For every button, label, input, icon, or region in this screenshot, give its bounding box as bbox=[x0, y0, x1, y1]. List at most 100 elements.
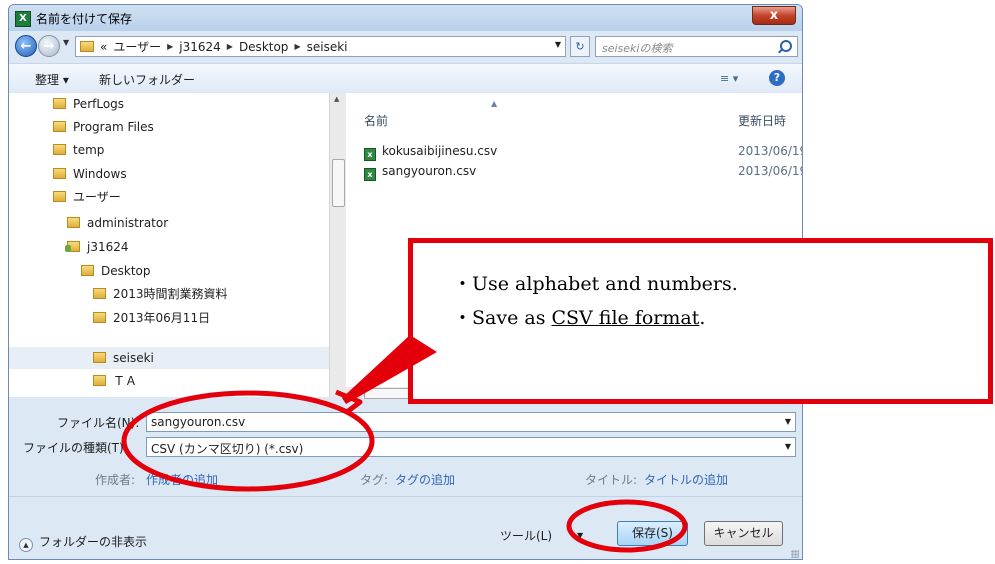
help-icon[interactable]: ? bbox=[769, 70, 785, 86]
folder-icon bbox=[53, 121, 66, 132]
folder-icon bbox=[67, 217, 80, 228]
tree-item-label: Program Files bbox=[73, 120, 154, 134]
address-bar[interactable]: « ユーザー ▶ j31624 ▶ Desktop ▶ seiseki ▼ bbox=[75, 36, 566, 57]
address-dropdown-icon[interactable]: ▼ bbox=[555, 40, 561, 49]
column-header-modified[interactable]: 更新日時 bbox=[738, 112, 786, 129]
tree-item-label: seiseki bbox=[113, 351, 154, 365]
annotation-callout-box: ・Use alphabet and numbers. ・Save as CSV … bbox=[408, 238, 993, 404]
filetype-value: CSV (カンマ区切り) (*.csv) bbox=[151, 442, 304, 456]
file-date: 2013/06/19 bbox=[738, 164, 803, 178]
folder-icon bbox=[53, 98, 66, 109]
tools-button[interactable]: ツール(L) bbox=[500, 527, 552, 544]
csv-file-icon: x bbox=[364, 168, 376, 181]
breadcrumb-item-seiseki[interactable]: seiseki bbox=[307, 40, 348, 54]
tree-item-j31624[interactable]: j31624 bbox=[65, 236, 329, 258]
tree-item-date-folder[interactable]: 2013年06月11日 bbox=[93, 307, 329, 329]
folder-icon bbox=[53, 168, 66, 179]
file-row[interactable]: x kokusaibijinesu.csv 2013/06/19 bbox=[364, 141, 802, 161]
tree-item-desktop[interactable]: Desktop bbox=[81, 260, 329, 282]
hide-folders-button[interactable]: ▲ フォルダーの非表示 bbox=[19, 533, 147, 552]
column-header-name[interactable]: 名前 bbox=[364, 112, 388, 129]
new-folder-button[interactable]: 新しいフォルダー bbox=[99, 71, 195, 88]
tree-item-label: Desktop bbox=[101, 264, 151, 278]
title-label: タイトル: bbox=[585, 473, 638, 487]
add-title-link[interactable]: タイトルの追加 bbox=[644, 471, 728, 488]
search-icon[interactable] bbox=[780, 40, 792, 52]
tree-item-label: temp bbox=[73, 143, 105, 157]
tree-item-temp[interactable]: temp bbox=[53, 139, 329, 161]
breadcrumb-item-desktop[interactable]: Desktop bbox=[239, 40, 289, 54]
folder-icon bbox=[80, 41, 94, 52]
chevron-right-icon[interactable]: ▶ bbox=[227, 42, 233, 51]
tree-item-label: 2013年06月11日 bbox=[113, 311, 211, 325]
scroll-up-icon[interactable]: ▲ bbox=[334, 95, 339, 103]
breadcrumb-overflow[interactable]: « bbox=[100, 40, 107, 54]
folder-icon bbox=[53, 144, 66, 155]
tree-scrollbar[interactable]: ▲ bbox=[329, 93, 346, 397]
tree-item-label: ユーザー bbox=[73, 190, 121, 204]
add-tags-link[interactable]: タグの追加 bbox=[395, 471, 455, 488]
file-name: sangyouron.csv bbox=[382, 164, 477, 178]
folder-icon bbox=[81, 265, 94, 276]
folder-icon bbox=[93, 312, 106, 323]
user-folder-icon bbox=[65, 241, 80, 252]
breadcrumb-item-users[interactable]: ユーザー bbox=[113, 38, 161, 55]
resize-grip[interactable] bbox=[791, 550, 799, 558]
sort-arrow-icon: ▲ bbox=[491, 99, 498, 108]
author-label: 作成者: bbox=[95, 473, 136, 487]
refresh-button[interactable]: ↻ bbox=[570, 36, 590, 57]
tags-label: タグ: bbox=[360, 473, 389, 487]
dialog-title: 名前を付けて保存 bbox=[36, 12, 133, 26]
organize-button[interactable]: 整理 ▾ bbox=[35, 71, 69, 88]
chevron-down-icon[interactable]: ▼ bbox=[785, 442, 791, 451]
search-input[interactable]: seisekiの検索 bbox=[595, 36, 798, 57]
forward-button[interactable]: → bbox=[38, 35, 60, 57]
tree-item-administrator[interactable]: administrator bbox=[67, 212, 329, 234]
filetype-label: ファイルの種類(T): bbox=[23, 441, 128, 455]
annotation-line-1: ・Use alphabet and numbers. bbox=[453, 273, 738, 295]
chevron-right-icon[interactable]: ▶ bbox=[167, 42, 173, 51]
tree-item-seiseki[interactable]: seiseki bbox=[9, 347, 329, 369]
back-button[interactable]: ← bbox=[15, 35, 37, 57]
history-dropdown-icon[interactable]: ▼ bbox=[63, 38, 69, 47]
tree-item-label: j31624 bbox=[87, 240, 129, 254]
close-button[interactable]: x bbox=[752, 6, 796, 25]
tree-item-ta[interactable]: ＴＡ bbox=[93, 370, 329, 392]
excel-icon: X bbox=[15, 11, 31, 27]
tree-item-label: PerfLogs bbox=[73, 97, 125, 111]
separator bbox=[9, 496, 802, 497]
file-row[interactable]: x sangyouron.csv 2013/06/19 bbox=[364, 161, 803, 181]
tree-item-label: administrator bbox=[87, 216, 169, 230]
cancel-button[interactable]: キャンセル bbox=[704, 521, 783, 546]
csv-file-icon: x bbox=[364, 148, 376, 161]
breadcrumb-item-user[interactable]: j31624 bbox=[179, 40, 221, 54]
chevron-down-icon[interactable]: ▼ bbox=[577, 531, 583, 540]
annotation-line-2-emphasis: CSV file format bbox=[551, 307, 700, 329]
tree-item-perflogs[interactable]: PerfLogs bbox=[53, 93, 329, 115]
tree-item-schedule-docs[interactable]: 2013時間割業務資料 bbox=[93, 283, 329, 305]
scroll-thumb[interactable] bbox=[332, 159, 345, 207]
view-options-icon[interactable]: ≡ ▾ bbox=[720, 72, 738, 85]
filetype-select[interactable]: CSV (カンマ区切り) (*.csv) ▼ bbox=[146, 437, 796, 457]
hide-folders-label: フォルダーの非表示 bbox=[39, 535, 148, 549]
navigation-bar: ← → ▼ « ユーザー ▶ j31624 ▶ Desktop ▶ seisek… bbox=[9, 31, 802, 61]
save-button[interactable]: 保存(S) bbox=[617, 521, 688, 546]
folder-icon bbox=[53, 191, 66, 202]
filename-field[interactable]: sangyouron.csv ▼ bbox=[146, 412, 796, 432]
collapse-icon: ▲ bbox=[19, 538, 33, 552]
annotation-line-2: ・Save as CSV file format. bbox=[453, 303, 705, 330]
add-author-link[interactable]: 作成者の追加 bbox=[146, 471, 218, 488]
tree-item-windows[interactable]: Windows bbox=[53, 163, 329, 185]
tree-item-label: 2013時間割業務資料 bbox=[113, 287, 228, 301]
command-toolbar: 整理 ▾ 新しいフォルダー ≡ ▾ ? bbox=[9, 63, 802, 94]
chevron-down-icon[interactable]: ▼ bbox=[785, 417, 791, 426]
title-bar: X 名前を付けて保存 x bbox=[9, 5, 802, 31]
tree-item-users[interactable]: ユーザー bbox=[53, 186, 329, 208]
chevron-right-icon[interactable]: ▶ bbox=[294, 42, 300, 51]
filename-label: ファイル名(N): bbox=[57, 416, 140, 430]
folder-icon bbox=[93, 352, 106, 363]
tree-item-label: ＴＡ bbox=[113, 374, 138, 388]
folder-icon bbox=[93, 375, 106, 386]
tree-item-program-files[interactable]: Program Files bbox=[53, 116, 329, 138]
folder-icon bbox=[93, 288, 106, 299]
